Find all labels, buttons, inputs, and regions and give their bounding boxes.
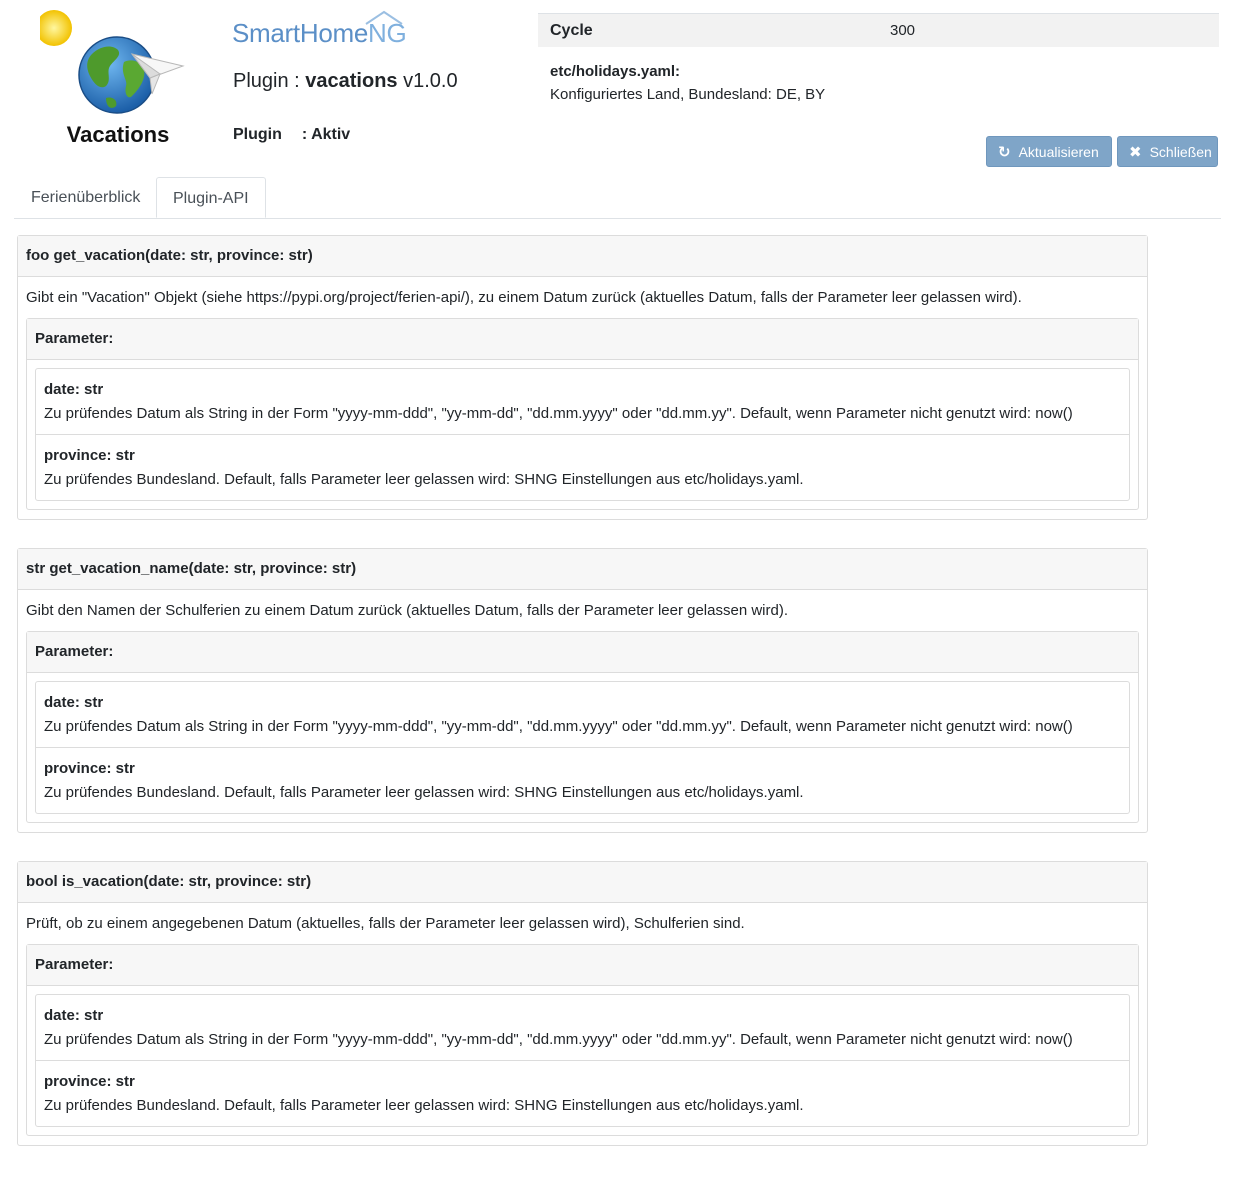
tab-bar: Ferienüberblick Plugin-API [14, 177, 1221, 219]
cycle-value: 300 [890, 22, 916, 39]
info-holidays: etc/holidays.yaml: Konfiguriertes Land, … [538, 47, 1219, 103]
param-name: date: str [44, 1007, 104, 1024]
tab-ferienueberblick[interactable]: Ferienüberblick [15, 177, 156, 218]
api-card-is-vacation: bool is_vacation(date: str, province: st… [17, 861, 1148, 1146]
plugin-status: Plugin: Aktiv [233, 126, 351, 143]
param-name: province: str [44, 1073, 135, 1090]
param-list: date: str Zu prüfendes Datum als String … [35, 368, 1130, 501]
api-signature: str get_vacation_name(date: str, provinc… [18, 549, 1147, 590]
params-header: Parameter: [27, 632, 1138, 673]
plugin-version: v1.0.0 [403, 70, 458, 92]
close-icon: ✖ [1129, 143, 1142, 161]
api-description: Prüft, ob zu einem angegebenen Datum (ak… [26, 915, 745, 932]
plugin-title: Plugin : vacations v1.0.0 [233, 70, 458, 92]
param-text: Zu prüfendes Bundesland. Default, falls … [44, 471, 804, 488]
plugin-logo: Vacations [36, 10, 200, 155]
params-header: Parameter: [27, 945, 1138, 986]
status-value: : Aktiv [301, 126, 351, 143]
plugin-name: vacations [305, 70, 398, 92]
api-card-get-vacation: foo get_vacation(date: str, province: st… [17, 235, 1148, 520]
params-header: Parameter: [27, 319, 1138, 360]
refresh-icon: ↻ [998, 143, 1011, 161]
param-name: date: str [44, 381, 104, 398]
param-item: province: str Zu prüfendes Bundesland. D… [36, 747, 1129, 813]
brand-main: SmartHome [232, 18, 368, 48]
param-item: date: str Zu prüfendes Datum als String … [36, 682, 1129, 747]
param-name: province: str [44, 760, 135, 777]
api-signature: bool is_vacation(date: str, province: st… [18, 862, 1147, 903]
api-card-get-vacation-name: str get_vacation_name(date: str, provinc… [17, 548, 1148, 833]
tab-plugin-api[interactable]: Plugin-API [156, 177, 266, 218]
refresh-button[interactable]: ↻ Aktualisieren [986, 136, 1112, 167]
params-panel: Parameter: date: str Zu prüfendes Datum … [26, 318, 1139, 510]
api-signature: foo get_vacation(date: str, province: st… [18, 236, 1147, 277]
brand-logo: SmartHomeNG [232, 10, 407, 49]
plugin-info-table: Cycle 300 etc/holidays.yaml: Konfigurier… [538, 13, 1219, 103]
holidays-value: Konfiguriertes Land, Bundesland: DE, BY [550, 86, 826, 103]
api-description: Gibt den Namen der Schulferien zu einem … [26, 602, 788, 619]
param-item: province: str Zu prüfendes Bundesland. D… [36, 434, 1129, 500]
params-panel: Parameter: date: str Zu prüfendes Datum … [26, 631, 1139, 823]
param-text: Zu prüfendes Bundesland. Default, falls … [44, 784, 804, 801]
holidays-label: etc/holidays.yaml: [550, 63, 681, 80]
globe-sun-plane-icon [36, 10, 185, 114]
param-text: Zu prüfendes Bundesland. Default, falls … [44, 1097, 804, 1114]
param-text: Zu prüfendes Datum als String in der For… [44, 1031, 1073, 1048]
close-button[interactable]: ✖ Schließen [1117, 136, 1218, 167]
param-text: Zu prüfendes Datum als String in der For… [44, 405, 1073, 422]
params-panel: Parameter: date: str Zu prüfendes Datum … [26, 944, 1139, 1136]
param-list: date: str Zu prüfendes Datum als String … [35, 681, 1130, 814]
cycle-label: Cycle [550, 21, 593, 39]
api-description: Gibt ein "Vacation" Objekt (siehe https:… [26, 289, 1022, 306]
house-roof-icon [365, 10, 403, 25]
param-list: date: str Zu prüfendes Datum als String … [35, 994, 1130, 1127]
param-item: date: str Zu prüfendes Datum als String … [36, 995, 1129, 1060]
info-row-cycle: Cycle 300 [538, 13, 1219, 47]
param-item: province: str Zu prüfendes Bundesland. D… [36, 1060, 1129, 1126]
param-name: date: str [44, 694, 104, 711]
logo-caption: Vacations [66, 122, 170, 147]
param-text: Zu prüfendes Datum als String in der For… [44, 718, 1073, 735]
param-item: date: str Zu prüfendes Datum als String … [36, 369, 1129, 434]
param-name: province: str [44, 447, 135, 464]
